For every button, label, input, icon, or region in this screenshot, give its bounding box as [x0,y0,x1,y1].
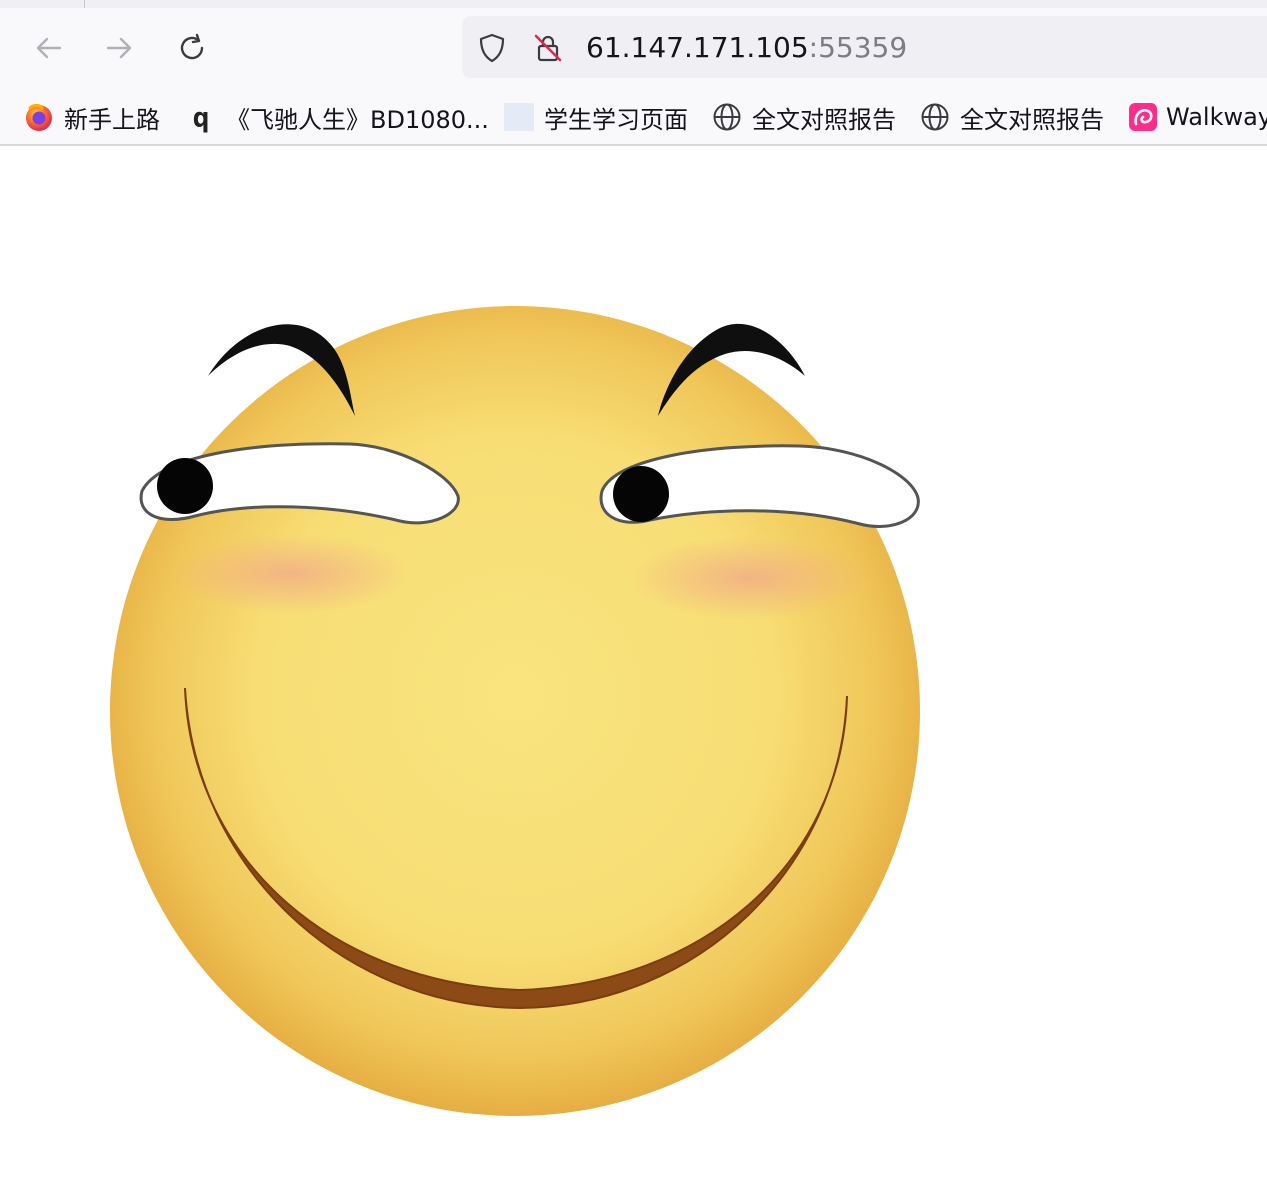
right-pupil [613,466,669,522]
shield-icon[interactable] [476,32,508,68]
url-host: 61.147.171.105 [586,31,809,64]
navigation-toolbar: 61.147.171.105:55359 [0,8,1267,92]
bookmark-label: 新手上路 [64,105,160,134]
url-port: :55359 [808,31,908,64]
walkway-icon [1128,102,1158,132]
right-blush [630,536,870,620]
left-blush [170,534,410,614]
reload-button[interactable] [170,26,214,70]
firefox-icon [24,102,54,132]
bookmark-label: Walkway [1166,103,1267,131]
bookmark-getting-started[interactable]: 新手上路 [24,100,160,134]
url-text[interactable]: 61.147.171.105:55359 [586,31,907,64]
smirking-emoji-image [110,306,920,1116]
address-bar[interactable]: 61.147.171.105:55359 [462,16,1267,78]
bookmark-label: 全文对照报告 [960,105,1104,134]
arrow-right-icon [106,37,132,59]
bookmark-label: 《飞驰人生》BD1080... [226,105,489,134]
bookmark-report-2[interactable]: 全文对照报告 [920,100,1104,134]
q-icon: q [192,100,210,134]
bookmark-label: 全文对照报告 [752,105,896,134]
bookmark-student-page[interactable]: 学生学习页面 [504,100,688,134]
tab-separator [84,0,85,8]
forward-button[interactable] [98,26,142,70]
insecure-lock-icon[interactable] [532,32,564,68]
globe-icon [920,102,950,132]
tab-strip [0,0,1267,8]
bookmark-movie[interactable]: q 《飞驰人生》BD1080... [186,100,489,134]
bookmark-label: 学生学习页面 [544,105,688,134]
back-button[interactable] [26,26,70,70]
reload-icon [180,33,204,60]
page-content [0,146,1267,1192]
arrow-left-icon [36,37,62,59]
bookmark-report-1[interactable]: 全文对照报告 [712,100,896,134]
globe-icon [712,102,742,132]
bookmark-walkway[interactable]: Walkway [1128,100,1267,134]
blank-favicon [504,102,534,132]
left-pupil [157,458,213,514]
bookmarks-toolbar: 新手上路 q 《飞驰人生》BD1080... 学生学习页面 全文对照报告 全文对… [0,92,1267,146]
